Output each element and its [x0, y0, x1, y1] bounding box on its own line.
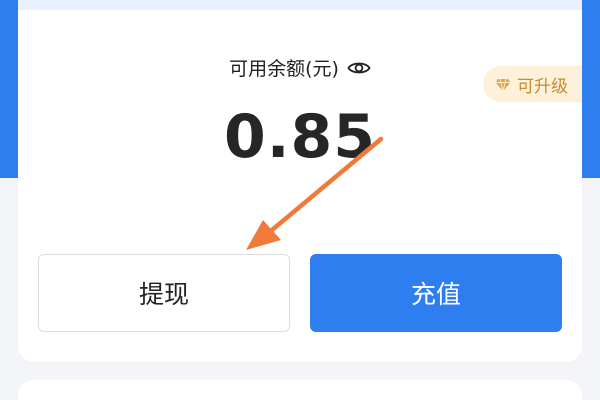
- balance-card: 可用余额(元) 可升级 0.85 提现 充值: [18, 10, 582, 362]
- withdraw-button[interactable]: 提现: [38, 254, 290, 332]
- balance-label: 可用余额(元): [229, 58, 339, 80]
- upgrade-badge[interactable]: 可升级: [483, 66, 582, 102]
- recharge-button[interactable]: 充值: [310, 254, 562, 332]
- upgrade-badge-label: 可升级: [517, 76, 568, 97]
- top-card-edge: [18, 0, 582, 10]
- next-card: [18, 380, 582, 400]
- diamond-icon: [495, 77, 511, 92]
- balance-amount: 0.85: [223, 102, 377, 172]
- recharge-button-label: 充值: [410, 280, 461, 309]
- withdraw-button-label: 提现: [138, 280, 189, 309]
- wallet-screen: 可用余额(元) 可升级 0.85 提现 充值: [0, 0, 600, 400]
- eye-icon[interactable]: [347, 60, 371, 76]
